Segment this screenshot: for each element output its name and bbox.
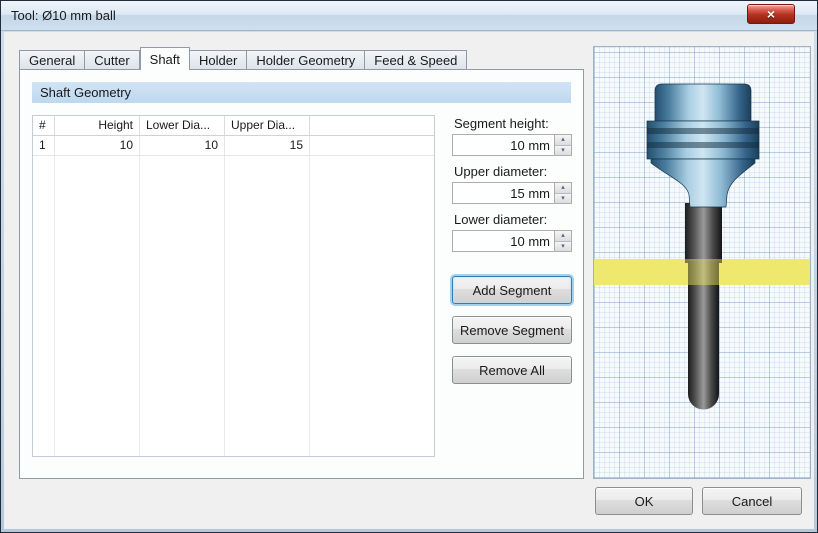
segment-controls: Segment height: ▴ ▾ Upper diameter: ▴ ▾ … [452, 108, 574, 384]
lower-diameter-spin-buttons: ▴ ▾ [554, 231, 571, 251]
segment-height-spinner[interactable]: ▴ ▾ [452, 134, 572, 156]
spin-down-icon: ▾ [561, 241, 565, 250]
lower-diameter-label: Lower diameter: [454, 212, 548, 227]
segment-height-label: Segment height: [454, 116, 549, 131]
cell-upper-dia: 15 [225, 136, 310, 155]
section-title: Shaft Geometry [32, 82, 571, 103]
holder-groove [647, 128, 759, 134]
upper-diameter-label: Upper diameter: [454, 164, 548, 179]
tool-preview-graphic [594, 83, 810, 410]
tab-bar: General Cutter Shaft Holder Holder Geome… [19, 47, 468, 70]
spin-up-icon: ▴ [561, 231, 565, 240]
tab-cutter[interactable]: Cutter [85, 50, 140, 70]
spin-up-icon: ▴ [561, 183, 565, 192]
shaft-graphic [685, 203, 722, 263]
holder-taper-graphic [650, 158, 756, 208]
shaft-tab-panel: Shaft Geometry # Height Lower Dia... Upp… [19, 69, 584, 479]
add-segment-button[interactable]: Add Segment [452, 276, 572, 304]
tool-preview-panel [593, 46, 811, 479]
lower-diameter-spinner[interactable]: ▴ ▾ [452, 230, 572, 252]
ok-button[interactable]: OK [595, 487, 693, 515]
window-title: Tool: Ø10 mm ball [11, 8, 116, 23]
remove-all-button[interactable]: Remove All [452, 356, 572, 384]
lower-diameter-input[interactable] [453, 231, 554, 251]
tab-feed-speed[interactable]: Feed & Speed [365, 50, 468, 70]
titlebar[interactable]: Tool: Ø10 mm ball × [1, 1, 817, 31]
tab-holder[interactable]: Holder [190, 50, 248, 70]
lower-diameter-spin-down[interactable]: ▾ [555, 241, 571, 251]
tool-dialog-window: Tool: Ø10 mm ball × General Cutter Shaft… [0, 0, 818, 533]
remove-segment-button[interactable]: Remove Segment [452, 316, 572, 344]
col-header-height[interactable]: Height [55, 116, 140, 135]
close-icon: × [766, 6, 776, 22]
upper-diameter-spin-up[interactable]: ▴ [555, 183, 571, 194]
col-header-lower-dia[interactable]: Lower Dia... [140, 116, 225, 135]
cell-num: 1 [33, 136, 55, 155]
col-header-num[interactable]: # [33, 116, 55, 135]
segments-table[interactable]: # Height Lower Dia... Upper Dia... 1 10 … [32, 115, 435, 457]
tab-general[interactable]: General [19, 50, 86, 70]
cancel-button[interactable]: Cancel [702, 487, 802, 515]
stock-band-overlay [594, 259, 810, 285]
holder-groove [647, 142, 759, 148]
segment-height-input[interactable] [453, 135, 554, 155]
lower-diameter-spin-up[interactable]: ▴ [555, 231, 571, 242]
segment-height-spin-down[interactable]: ▾ [555, 145, 571, 155]
upper-diameter-input[interactable] [453, 183, 554, 203]
upper-diameter-spin-down[interactable]: ▾ [555, 193, 571, 203]
cell-lower-dia: 10 [140, 136, 225, 155]
close-button[interactable]: × [747, 4, 795, 24]
tab-shaft[interactable]: Shaft [139, 47, 191, 70]
upper-diameter-spinner[interactable]: ▴ ▾ [452, 182, 572, 204]
table-header-row: # Height Lower Dia... Upper Dia... [33, 116, 434, 136]
holder-flange-graphic [646, 120, 760, 160]
cell-filler [310, 136, 434, 155]
upper-diameter-spin-buttons: ▴ ▾ [554, 183, 571, 203]
table-row[interactable]: 1 10 10 15 [33, 136, 434, 156]
cell-height: 10 [55, 136, 140, 155]
col-header-upper-dia[interactable]: Upper Dia... [225, 116, 310, 135]
holder-cap-graphic [654, 83, 752, 122]
tab-holder-geometry[interactable]: Holder Geometry [247, 50, 366, 70]
segment-height-spin-buttons: ▴ ▾ [554, 135, 571, 155]
spin-up-icon: ▴ [561, 135, 565, 144]
col-header-filler [310, 116, 434, 135]
table-empty-area [33, 156, 434, 456]
segment-height-spin-up[interactable]: ▴ [555, 135, 571, 146]
spin-down-icon: ▾ [561, 145, 565, 154]
spin-down-icon: ▾ [561, 193, 565, 202]
